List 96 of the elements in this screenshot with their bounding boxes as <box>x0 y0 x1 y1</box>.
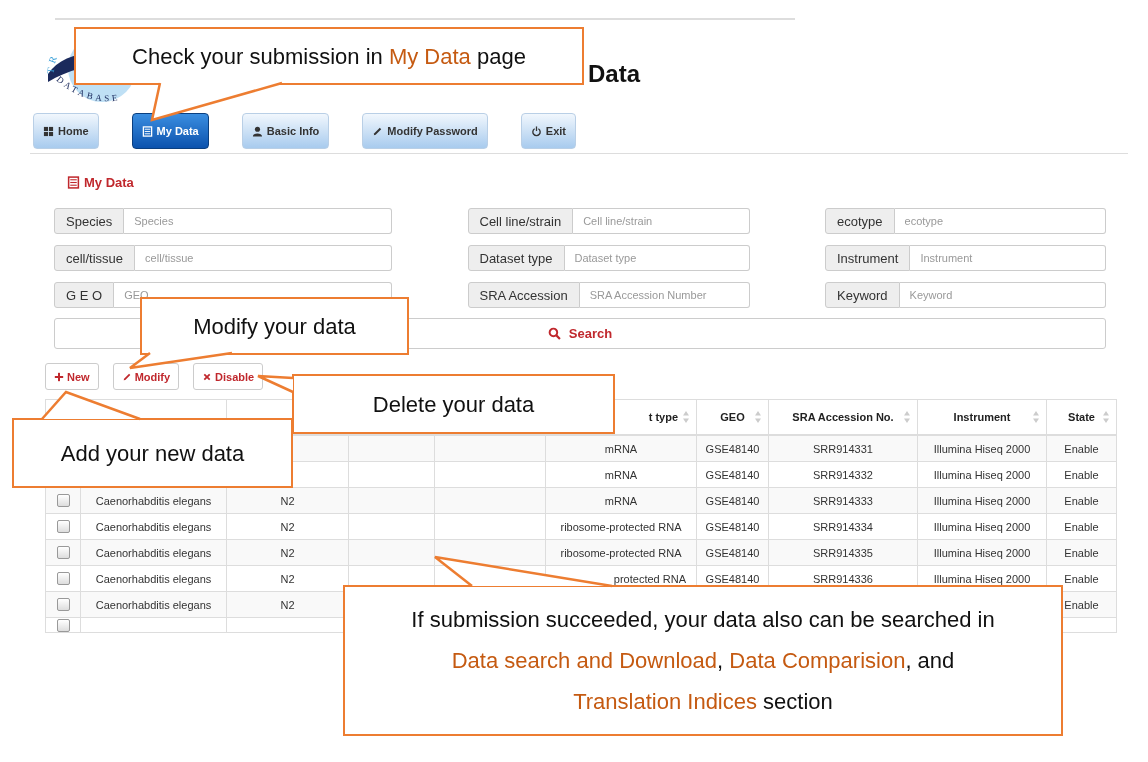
instrument-cell: Illumina Hiseq 2000 <box>933 494 1031 507</box>
instrument-cell: Illumina Hiseq 2000 <box>933 572 1031 585</box>
list-icon <box>141 125 153 137</box>
callout-text: Check your submission in My Data page <box>132 42 526 71</box>
species-cell: Caenorhabditis elegans <box>95 520 212 533</box>
nav-tab[interactable]: My Data <box>131 113 209 149</box>
page-title: Data <box>588 60 641 88</box>
dataset-type-cell: mRNA <box>604 442 638 455</box>
pencil-icon <box>372 125 384 137</box>
state-cell: Enable <box>1064 598 1099 611</box>
field-label: ecotype <box>825 208 895 234</box>
geo-cell: GSE48140 <box>705 442 760 455</box>
row-checkbox[interactable] <box>56 598 70 612</box>
close-icon <box>202 371 213 382</box>
species-cell: Caenorhabditis elegans <box>95 572 212 585</box>
input-field[interactable]: SRA Accession Number <box>579 282 750 308</box>
plus-icon <box>54 371 64 382</box>
instrument-cell: Illumina Hiseq 2000 <box>933 546 1031 559</box>
pencil-icon <box>121 371 132 382</box>
input-field[interactable]: ecotype <box>894 208 1106 234</box>
column-header[interactable]: State <box>1068 411 1095 423</box>
species-cell: Caenorhabditis elegans <box>95 546 212 559</box>
nav-tab[interactable]: Home <box>33 113 99 149</box>
dataset-type-cell: ribosome-protected RNA <box>560 546 682 559</box>
panel-title: My Data <box>84 174 134 190</box>
row-checkbox[interactable] <box>56 618 70 632</box>
sort-icon[interactable] <box>903 410 911 424</box>
strain-cell: N2 <box>280 494 295 507</box>
state-cell: Enable <box>1064 520 1099 533</box>
accession-cell: SRR914335 <box>813 546 873 559</box>
strain-cell: N2 <box>280 546 295 559</box>
power-icon <box>530 125 542 137</box>
search-icon <box>547 327 561 340</box>
dataset-type-cell: protected RNA <box>613 572 686 585</box>
input-field[interactable]: Cell line/strain <box>573 208 750 234</box>
accession-cell: SRR914333 <box>813 494 873 507</box>
nav-tab[interactable]: Basic Info <box>241 113 330 149</box>
state-cell: Enable <box>1064 572 1099 585</box>
geo-cell: GSE48140 <box>705 546 760 559</box>
callout-text: Delete your data <box>372 390 535 419</box>
accession-cell: SRR914332 <box>813 468 873 481</box>
geo-cell: GSE48140 <box>705 494 760 507</box>
strain-cell: N2 <box>280 598 295 611</box>
action-button[interactable]: New <box>45 363 99 390</box>
field-label: SRA Accession <box>467 282 580 308</box>
input-field[interactable]: Keyword <box>899 282 1106 308</box>
geo-cell: GSE48140 <box>705 572 760 585</box>
state-cell: Enable <box>1064 442 1099 455</box>
accession-cell: SRR914331 <box>813 442 873 455</box>
list-icon <box>67 175 80 189</box>
instrument-cell: Illumina Hiseq 2000 <box>933 520 1031 533</box>
state-cell: Enable <box>1064 546 1099 559</box>
instrument-cell: Illumina Hiseq 2000 <box>933 442 1031 455</box>
instrument-cell: Illumina Hiseq 2000 <box>933 468 1031 481</box>
state-cell: Enable <box>1064 468 1099 481</box>
field-label: Dataset type <box>467 245 565 271</box>
sort-icon[interactable] <box>754 410 762 424</box>
nav-tab[interactable]: Exit <box>520 113 576 149</box>
species-cell: Caenorhabditis elegans <box>95 494 212 507</box>
row-checkbox[interactable] <box>56 572 70 586</box>
geo-cell: GSE48140 <box>705 520 760 533</box>
input-field[interactable]: Dataset type <box>564 245 750 271</box>
input-field[interactable]: Instrument <box>910 245 1106 271</box>
sort-icon[interactable] <box>1032 410 1040 424</box>
sort-icon[interactable] <box>1102 410 1110 424</box>
input-field[interactable]: Species <box>124 208 392 234</box>
dataset-type-cell: mRNA <box>604 468 638 481</box>
input-field[interactable]: cell/tissue <box>135 245 392 271</box>
action-button[interactable]: Modify <box>112 363 180 390</box>
strain-cell: N2 <box>280 520 295 533</box>
field-label: cell/tissue <box>54 245 136 271</box>
column-header[interactable]: t type <box>648 411 678 423</box>
nav-tab[interactable]: Modify Password <box>362 113 488 149</box>
geo-cell: GSE48140 <box>705 468 760 481</box>
sort-icon[interactable] <box>682 410 690 424</box>
dataset-type-cell: mRNA <box>604 494 638 507</box>
callout-text: Add your new data <box>60 439 245 468</box>
row-checkbox[interactable] <box>56 494 70 508</box>
field-label: Keyword <box>825 282 900 308</box>
grid-icon <box>43 125 54 137</box>
dataset-type-cell: ribosome-protected RNA <box>560 520 682 533</box>
callout-text: If submission succeeded, your data also can be searched in Data search and Download, Data Comparision, and Translation Indices section <box>411 606 995 716</box>
state-cell: Enable <box>1064 494 1099 507</box>
user-icon <box>251 125 263 137</box>
row-checkbox[interactable] <box>56 546 70 560</box>
accession-cell: SRR914334 <box>813 520 873 533</box>
field-label: Species <box>54 208 125 234</box>
strain-cell: N2 <box>280 572 295 585</box>
field-label: Instrument <box>825 245 911 271</box>
column-header[interactable]: Instrument <box>953 411 1011 423</box>
row-checkbox[interactable] <box>56 520 70 534</box>
field-label: Cell line/strain <box>467 208 574 234</box>
accession-cell: SRR914336 <box>813 572 873 585</box>
field-label: G E O <box>54 282 115 308</box>
species-cell: Caenorhabditis elegans <box>95 598 212 611</box>
column-header[interactable]: GEO <box>720 411 745 423</box>
